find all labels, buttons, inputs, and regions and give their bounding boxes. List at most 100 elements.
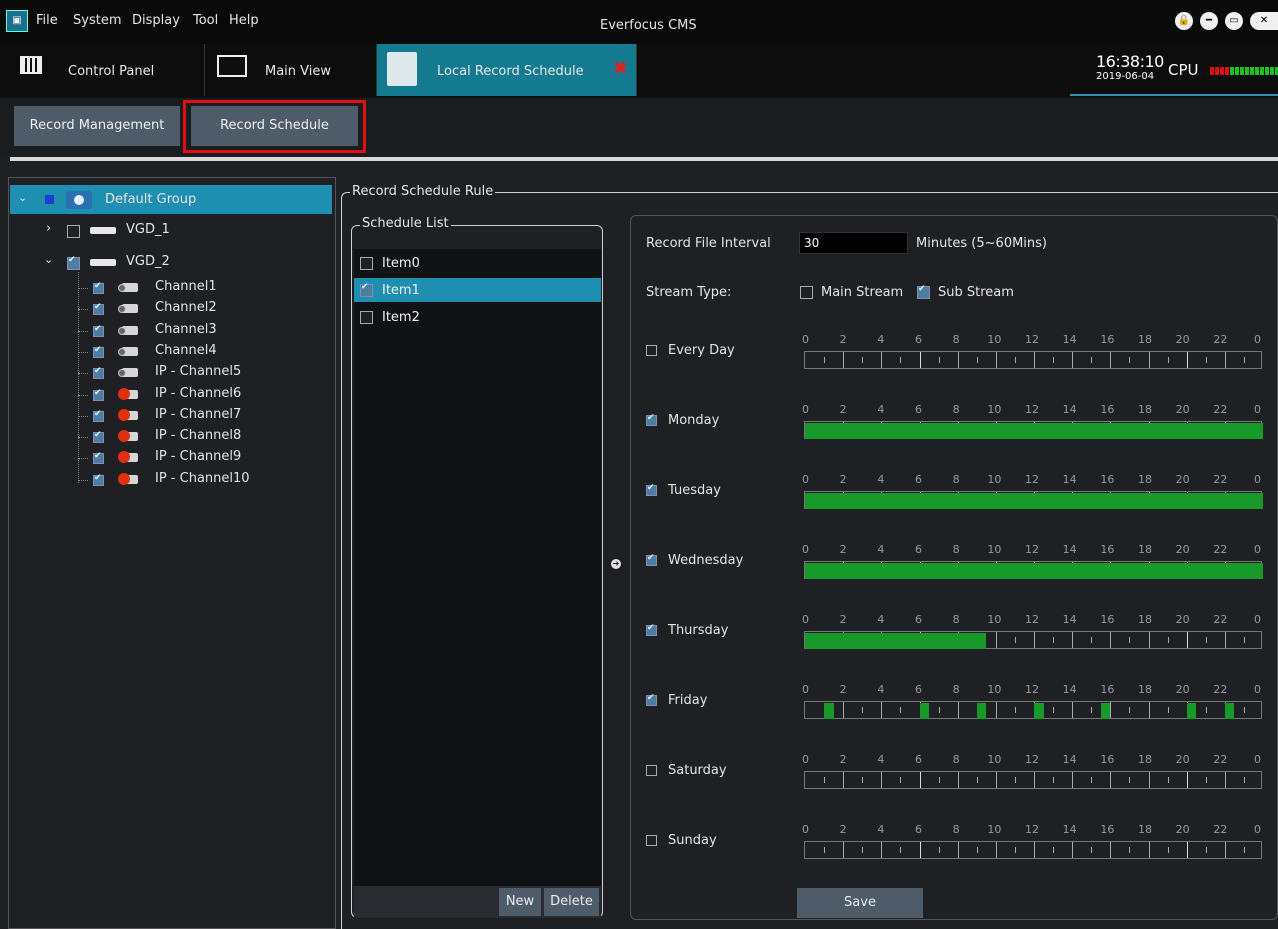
- day-checkbox[interactable]: [646, 765, 657, 776]
- day-checkbox[interactable]: [646, 693, 657, 706]
- channel-checkbox[interactable]: [93, 409, 104, 422]
- channel-checkbox[interactable]: [93, 430, 104, 443]
- hour-tick-label: 0: [1254, 753, 1261, 766]
- timeline-bar[interactable]: [804, 491, 1263, 509]
- timeline-bar[interactable]: [804, 771, 1262, 789]
- day-timeline[interactable]: 0 2 4 6 8 10 12 14 16 18 20 22 0: [802, 543, 1263, 579]
- record-segment[interactable]: [1100, 703, 1111, 719]
- chevron-down-icon[interactable]: ⌄: [44, 253, 53, 266]
- menu-tool[interactable]: Tool: [193, 13, 218, 28]
- day-timeline[interactable]: 0 2 4 6 8 10 12 14 16 18 20 22 0: [802, 753, 1262, 789]
- day-timeline[interactable]: 0 2 4 6 8 10 12 14 16 18 20 22 0: [802, 683, 1262, 719]
- record-segment[interactable]: [1034, 703, 1044, 719]
- channel-checkbox[interactable]: [93, 388, 104, 401]
- timeline-bar[interactable]: [804, 631, 1262, 649]
- day-timeline[interactable]: 0 2 4 6 8 10 12 14 16 18 20 22 0: [802, 823, 1262, 859]
- interval-input[interactable]: 30: [799, 232, 908, 254]
- record-segment[interactable]: [805, 633, 987, 649]
- day-checkbox[interactable]: [646, 345, 657, 356]
- day-timeline[interactable]: 0 2 4 6 8 10 12 14 16 18 20 22 0: [802, 473, 1263, 509]
- menu-help[interactable]: Help: [229, 13, 259, 28]
- record-segment[interactable]: [1224, 703, 1235, 719]
- menu-display[interactable]: Display: [132, 13, 180, 28]
- hour-tick-label: 12: [1025, 403, 1039, 416]
- tab-local-record-schedule[interactable]: Local Record Schedule ✖: [377, 44, 637, 96]
- timeline-bar[interactable]: [804, 561, 1263, 579]
- main-stream-checkbox[interactable]: [800, 286, 813, 299]
- day-checkbox[interactable]: [646, 483, 657, 496]
- sub-stream-checkbox[interactable]: [917, 284, 930, 299]
- timeline-bar[interactable]: [804, 841, 1262, 859]
- hour-tick-label: 20: [1175, 613, 1190, 626]
- day-timeline[interactable]: 0 2 4 6 8 10 12 14 16 18 20 22 0: [802, 333, 1262, 369]
- new-button[interactable]: New: [499, 888, 541, 916]
- record-segment[interactable]: [976, 703, 987, 719]
- hour-tick-label: 0: [802, 683, 809, 696]
- day-checkbox[interactable]: [646, 835, 657, 846]
- day-checkbox[interactable]: [646, 553, 657, 566]
- delete-button[interactable]: Delete: [544, 888, 599, 916]
- menu-system[interactable]: System: [73, 13, 121, 28]
- channel-checkbox[interactable]: [93, 281, 104, 294]
- record-segment[interactable]: [805, 423, 1263, 439]
- hour-tick-label: 14: [1062, 613, 1077, 626]
- maximize-icon[interactable]: ▭: [1225, 12, 1243, 30]
- timeline-marker: [995, 842, 997, 858]
- item-checkbox[interactable]: [360, 282, 373, 297]
- menu-file[interactable]: File: [36, 13, 58, 28]
- channel-checkbox[interactable]: [93, 302, 104, 315]
- record-segment[interactable]: [919, 703, 930, 719]
- timeline-marker: [1167, 637, 1169, 643]
- channel-checkbox[interactable]: [93, 366, 104, 379]
- record-segment[interactable]: [805, 563, 1263, 579]
- timeline-marker: [976, 777, 978, 783]
- hour-tick-label: 20: [1175, 403, 1190, 416]
- day-checkbox[interactable]: [646, 623, 657, 636]
- channel-checkbox[interactable]: [93, 345, 104, 358]
- schedule-list-item[interactable]: Item0: [354, 251, 601, 275]
- channel-checkbox[interactable]: [93, 324, 104, 337]
- minimize-icon[interactable]: ━: [1200, 12, 1218, 30]
- schedule-list-item[interactable]: Item2: [354, 305, 601, 329]
- timeline-bar[interactable]: [804, 701, 1262, 719]
- hour-tick-label: 4: [877, 613, 885, 626]
- lock-icon[interactable]: 🔒: [1175, 12, 1193, 30]
- record-segment[interactable]: [1186, 703, 1197, 719]
- record-segment[interactable]: [805, 493, 1263, 509]
- hour-tick-label: 0: [1254, 543, 1261, 556]
- channel-checkbox[interactable]: [93, 451, 104, 464]
- item-checkbox[interactable]: [360, 311, 373, 324]
- close-tab-icon[interactable]: ✖: [613, 58, 628, 79]
- tab-control-panel[interactable]: Control Panel: [0, 44, 205, 96]
- close-icon[interactable]: ✕: [1250, 12, 1278, 30]
- partial-checkbox[interactable]: [45, 195, 54, 204]
- timeline-marker: [957, 352, 959, 368]
- day-checkbox[interactable]: [646, 413, 657, 426]
- chevron-down-icon[interactable]: ⌄: [18, 191, 27, 204]
- save-button[interactable]: Save: [797, 888, 923, 918]
- timeline-marker: [1110, 632, 1112, 648]
- record-management-button[interactable]: Record Management: [14, 106, 180, 146]
- timeline-marker: [995, 702, 997, 718]
- device-checkbox[interactable]: [67, 225, 80, 238]
- record-segment[interactable]: [824, 703, 834, 719]
- timeline-marker: [843, 352, 845, 368]
- timeline-bar[interactable]: [804, 351, 1262, 369]
- tab-main-view[interactable]: Main View: [205, 44, 377, 96]
- day-label: Saturday: [668, 763, 727, 778]
- chevron-right-icon[interactable]: ›: [46, 221, 51, 236]
- day-timeline[interactable]: 0 2 4 6 8 10 12 14 16 18 20 22 0: [802, 613, 1262, 649]
- day-timeline[interactable]: 0 2 4 6 8 10 12 14 16 18 20 22 0: [802, 403, 1263, 439]
- timeline-marker: [1053, 847, 1055, 853]
- timeline-marker: [1014, 637, 1016, 643]
- timeline-marker: [938, 707, 940, 713]
- device-checkbox[interactable]: [67, 255, 80, 270]
- tree-root-label: Default Group: [105, 192, 197, 207]
- channel-checkbox[interactable]: [93, 473, 104, 486]
- arrow-right-icon[interactable]: ➜: [611, 559, 621, 569]
- timeline-marker: [1205, 357, 1207, 363]
- timeline-bar[interactable]: [804, 421, 1263, 439]
- schedule-list-item[interactable]: Item1: [354, 278, 601, 302]
- item-checkbox[interactable]: [360, 257, 373, 270]
- hour-tick-label: 16: [1100, 403, 1115, 416]
